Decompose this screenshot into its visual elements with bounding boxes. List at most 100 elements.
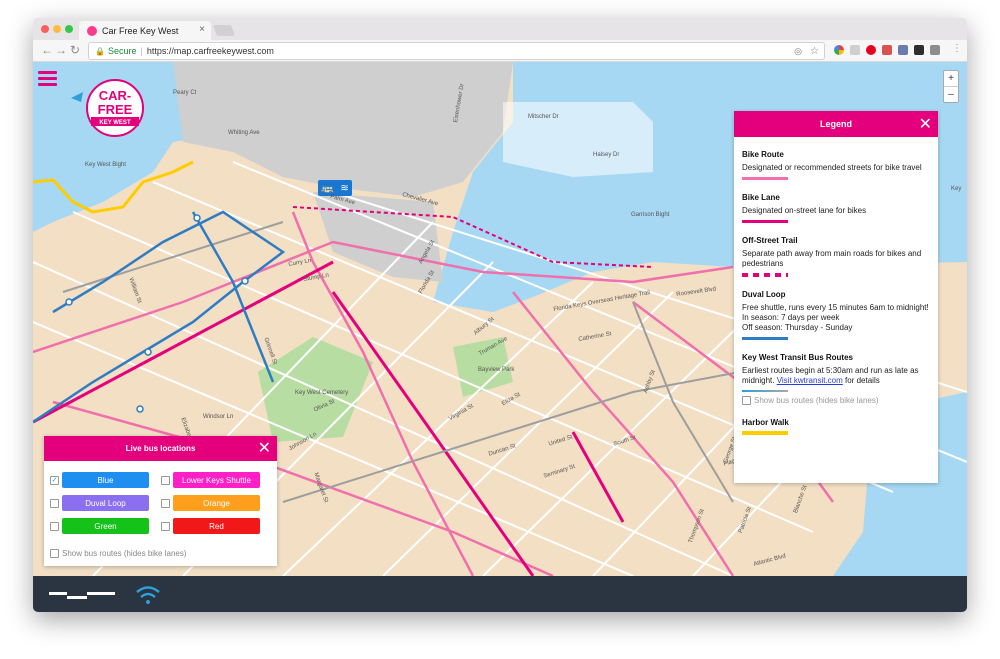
bus-button-orange[interactable]: Orange [173, 495, 260, 511]
bike-lane-swatch [742, 220, 788, 223]
car-free-key-west-logo: CAR- FREE KEY WEST [69, 72, 155, 138]
legend-item-bike-route: Bike Route Designated or recommended str… [742, 150, 930, 180]
legend-item-desc: Free shuttle, runs every 15 minutes 6am … [742, 303, 930, 333]
bus-option-duval[interactable]: Duval Loop [50, 495, 149, 511]
extension-badge-icon[interactable] [882, 45, 892, 55]
duval-loop-swatch [742, 337, 788, 340]
zoom-in-button[interactable]: + [944, 71, 958, 86]
legend-close-icon[interactable]: ✕ [919, 114, 932, 134]
legend-item-desc: Designated or recommended streets for bi… [742, 163, 922, 172]
legend-item-desc: Separate path away from main roads for b… [742, 249, 922, 268]
duval-desc-line: In season: 7 days per week [742, 313, 840, 322]
bus-wifi-icon[interactable]: 🚌 ≋ [318, 180, 352, 196]
address-bar[interactable]: 🔒 Secure | https://map.carfreekeywest.co… [88, 42, 825, 60]
bus-button-green[interactable]: Green [62, 518, 149, 534]
bus-checkbox[interactable]: ✓ [50, 475, 59, 485]
legend-item-title: Harbor Walk [742, 418, 789, 427]
bus-button-lower-keys-shuttle[interactable]: Lower Keys Shuttle [173, 472, 260, 488]
legend-item-title: Bike Route [742, 150, 784, 159]
site-favicon-icon [87, 25, 97, 36]
location-target-icon[interactable]: ◎ [794, 46, 802, 57]
pier-area [503, 102, 653, 177]
bus-option-blue[interactable]: ✓ Blue [50, 472, 149, 488]
browser-tab[interactable]: Car Free Key West × [79, 21, 211, 40]
bus-button-duval-loop[interactable]: Duval Loop [62, 495, 149, 511]
extension-page-icon[interactable] [850, 45, 860, 55]
new-tab-button[interactable] [212, 25, 236, 36]
legend-title: Legend [819, 119, 852, 129]
map-label: Bayview Park [478, 367, 515, 373]
bus-checkbox[interactable] [50, 498, 59, 508]
tab-title: Car Free Key West [102, 25, 179, 36]
bus-option-green[interactable]: Green [50, 518, 149, 534]
transit-desc-end: for details [845, 376, 880, 385]
map-label: Peary Ct [173, 90, 197, 96]
duval-desc-line: Off season: Thursday - Sunday [742, 323, 853, 332]
back-arrow-icon[interactable]: ← [41, 43, 53, 57]
bus-option-red[interactable]: Red [161, 518, 260, 534]
kwtransit-link[interactable]: Visit kwtransit.com [777, 376, 843, 385]
pinterest-icon[interactable] [866, 45, 876, 55]
reload-icon[interactable]: ↻ [70, 43, 80, 57]
map-label: Garrison Bight [631, 212, 670, 218]
forward-arrow-icon[interactable]: → [55, 43, 67, 57]
bus-panel-close-icon[interactable]: ✕ [258, 438, 271, 458]
duval-desc-line: Free shuttle, runs every 15 minutes 6am … [742, 303, 929, 312]
naval-station-area [173, 62, 513, 197]
map-label: Key [951, 186, 962, 192]
bus-panel-title: Live bus locations [125, 444, 196, 453]
bike-route-swatch [742, 177, 788, 180]
legend-item-off-street-trail: Off-Street Trail Separate path away from… [742, 236, 930, 277]
svg-text:KEY WEST: KEY WEST [99, 120, 131, 126]
legend-item-title: Duval Loop [742, 290, 786, 299]
bus-option-lower-keys[interactable]: Lower Keys Shuttle [161, 472, 260, 488]
wifi-icon[interactable] [133, 580, 163, 610]
browser-toolbar: ← → ↻ 🔒 Secure | https://map.carfreekeyw… [33, 40, 967, 62]
live-bus-panel: Live bus locations ✕ ✓ Blue Lower Keys S… [44, 436, 277, 566]
zotero-icon[interactable] [898, 45, 908, 55]
address-separator: | [140, 46, 143, 56]
checkbox[interactable] [742, 396, 751, 405]
map-label: Whiting Ave [228, 130, 260, 136]
zoom-control: + – [943, 70, 959, 103]
maximize-window-button[interactable] [65, 25, 73, 33]
map-label: Windsor Ln [203, 414, 234, 420]
extension-color-icon[interactable] [834, 45, 844, 55]
checkbox-label: Show bus routes (hides bike lanes) [754, 396, 879, 405]
legend-item-desc: Earliest routes begin at 5:30am and run … [742, 366, 930, 386]
legend-item-desc: Designated on-street lane for bikes [742, 206, 867, 215]
legend-item-title: Off-Street Trail [742, 236, 798, 245]
map-label: Halsey Dr [593, 152, 620, 158]
map-canvas[interactable]: CAR- FREE KEY WEST 🚌 ≋ + – Peary Ct Whitin… [33, 62, 967, 576]
bookmark-star-icon[interactable]: ☆ [810, 46, 819, 57]
legend-header: Legend ✕ [734, 111, 938, 137]
bus-button-red[interactable]: Red [173, 518, 260, 534]
minimize-window-button[interactable] [53, 25, 61, 33]
legend-item-title: Key West Transit Bus Routes [742, 353, 853, 362]
bus-button-blue[interactable]: Blue [62, 472, 149, 488]
extension-wave-icon[interactable] [930, 45, 940, 55]
legend-item-title: Bike Lane [742, 193, 780, 202]
bus-checkbox[interactable] [50, 521, 59, 531]
legend-item-transit: Key West Transit Bus Routes Earliest rou… [742, 353, 930, 405]
zoom-out-button[interactable]: – [944, 86, 958, 102]
tab-close-icon[interactable]: × [199, 24, 205, 35]
close-window-button[interactable] [41, 25, 49, 33]
tab-bar: Car Free Key West × [33, 18, 967, 40]
bus-checkbox[interactable] [161, 521, 170, 531]
map-label: Mitscher Dr [528, 114, 559, 120]
bus-option-orange[interactable]: Orange [161, 495, 260, 511]
svg-text:CAR-: CAR- [99, 88, 132, 103]
bus-checkbox[interactable] [161, 475, 170, 485]
extension-shield-icon[interactable] [914, 45, 924, 55]
chrome-menu-icon[interactable]: ⋮ [952, 43, 962, 54]
map-label: Key West Cemetery [295, 390, 349, 396]
legend-show-bus-routes[interactable]: Show bus routes (hides bike lanes) [742, 396, 930, 405]
menu-hamburger-icon[interactable] [38, 71, 57, 89]
checkbox-label: Show bus routes (hides bike lanes) [62, 549, 187, 558]
legend-item-duval-loop: Duval Loop Free shuttle, runs every 15 m… [742, 290, 930, 340]
bus-show-routes[interactable]: Show bus routes (hides bike lanes) [50, 549, 187, 558]
bus-checkbox[interactable] [161, 498, 170, 508]
checkbox[interactable] [50, 549, 59, 558]
legend-item-bike-lane: Bike Lane Designated on-street lane for … [742, 193, 930, 223]
